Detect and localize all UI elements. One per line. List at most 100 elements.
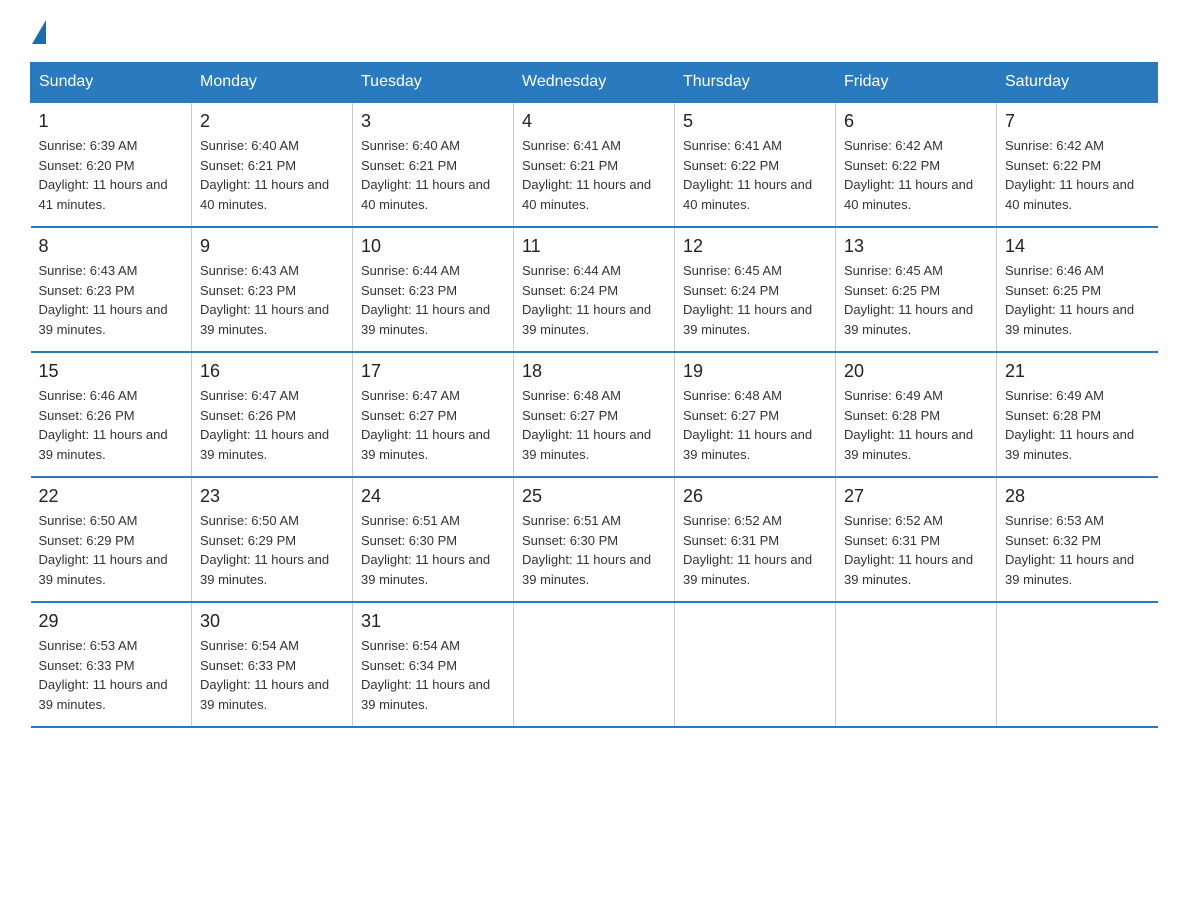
day-info: Sunrise: 6:42 AM Sunset: 6:22 PM Dayligh… xyxy=(1005,136,1150,214)
calendar-body: 1 Sunrise: 6:39 AM Sunset: 6:20 PM Daylig… xyxy=(31,102,1158,727)
day-number: 3 xyxy=(361,111,505,132)
day-info: Sunrise: 6:44 AM Sunset: 6:24 PM Dayligh… xyxy=(522,261,666,339)
day-info: Sunrise: 6:51 AM Sunset: 6:30 PM Dayligh… xyxy=(361,511,505,589)
page-header xyxy=(30,20,1158,42)
table-row: 13 Sunrise: 6:45 AM Sunset: 6:25 PM Dayli… xyxy=(836,227,997,352)
table-row: 6 Sunrise: 6:42 AM Sunset: 6:22 PM Daylig… xyxy=(836,102,997,227)
day-info: Sunrise: 6:49 AM Sunset: 6:28 PM Dayligh… xyxy=(844,386,988,464)
day-info: Sunrise: 6:44 AM Sunset: 6:23 PM Dayligh… xyxy=(361,261,505,339)
day-info: Sunrise: 6:41 AM Sunset: 6:22 PM Dayligh… xyxy=(683,136,827,214)
day-number: 9 xyxy=(200,236,344,257)
table-row: 9 Sunrise: 6:43 AM Sunset: 6:23 PM Daylig… xyxy=(192,227,353,352)
day-info: Sunrise: 6:40 AM Sunset: 6:21 PM Dayligh… xyxy=(200,136,344,214)
table-row: 23 Sunrise: 6:50 AM Sunset: 6:29 PM Dayli… xyxy=(192,477,353,602)
day-info: Sunrise: 6:50 AM Sunset: 6:29 PM Dayligh… xyxy=(39,511,184,589)
day-number: 5 xyxy=(683,111,827,132)
table-row: 15 Sunrise: 6:46 AM Sunset: 6:26 PM Dayli… xyxy=(31,352,192,477)
table-row: 19 Sunrise: 6:48 AM Sunset: 6:27 PM Dayli… xyxy=(675,352,836,477)
day-info: Sunrise: 6:42 AM Sunset: 6:22 PM Dayligh… xyxy=(844,136,988,214)
table-row: 25 Sunrise: 6:51 AM Sunset: 6:30 PM Dayli… xyxy=(514,477,675,602)
header-monday: Monday xyxy=(192,63,353,103)
day-info: Sunrise: 6:46 AM Sunset: 6:25 PM Dayligh… xyxy=(1005,261,1150,339)
table-row: 22 Sunrise: 6:50 AM Sunset: 6:29 PM Dayli… xyxy=(31,477,192,602)
day-number: 14 xyxy=(1005,236,1150,257)
day-number: 29 xyxy=(39,611,184,632)
day-info: Sunrise: 6:45 AM Sunset: 6:25 PM Dayligh… xyxy=(844,261,988,339)
table-row: 5 Sunrise: 6:41 AM Sunset: 6:22 PM Daylig… xyxy=(675,102,836,227)
table-row: 27 Sunrise: 6:52 AM Sunset: 6:31 PM Dayli… xyxy=(836,477,997,602)
calendar-header: SundayMondayTuesdayWednesdayThursdayFrid… xyxy=(31,63,1158,103)
day-info: Sunrise: 6:50 AM Sunset: 6:29 PM Dayligh… xyxy=(200,511,344,589)
day-info: Sunrise: 6:49 AM Sunset: 6:28 PM Dayligh… xyxy=(1005,386,1150,464)
day-number: 20 xyxy=(844,361,988,382)
day-info: Sunrise: 6:43 AM Sunset: 6:23 PM Dayligh… xyxy=(200,261,344,339)
day-number: 27 xyxy=(844,486,988,507)
table-row: 17 Sunrise: 6:47 AM Sunset: 6:27 PM Dayli… xyxy=(353,352,514,477)
day-number: 17 xyxy=(361,361,505,382)
day-number: 8 xyxy=(39,236,184,257)
table-row: 18Sunrise: 6:48 AM Sunset: 6:27 PM Dayli… xyxy=(514,352,675,477)
header-tuesday: Tuesday xyxy=(353,63,514,103)
table-row: 10 Sunrise: 6:44 AM Sunset: 6:23 PM Dayli… xyxy=(353,227,514,352)
day-info: Sunrise: 6:54 AM Sunset: 6:34 PM Dayligh… xyxy=(361,636,505,714)
table-row: 11 Sunrise: 6:44 AM Sunset: 6:24 PM Dayli… xyxy=(514,227,675,352)
day-number: 23 xyxy=(200,486,344,507)
table-row: 30 Sunrise: 6:54 AM Sunset: 6:33 PM Dayli… xyxy=(192,602,353,727)
day-info: Sunrise: 6:51 AM Sunset: 6:30 PM Dayligh… xyxy=(522,511,666,589)
day-info: Sunrise: 6:48 AM Sunset: 6:27 PM Dayligh… xyxy=(522,386,666,464)
table-row: 31Sunrise: 6:54 AM Sunset: 6:34 PM Dayli… xyxy=(353,602,514,727)
header-saturday: Saturday xyxy=(997,63,1158,103)
table-row: 16 Sunrise: 6:47 AM Sunset: 6:26 PM Dayli… xyxy=(192,352,353,477)
week-row-5: 29 Sunrise: 6:53 AM Sunset: 6:33 PM Dayli… xyxy=(31,602,1158,727)
table-row xyxy=(514,602,675,727)
table-row xyxy=(997,602,1158,727)
week-row-1: 1 Sunrise: 6:39 AM Sunset: 6:20 PM Daylig… xyxy=(31,102,1158,227)
day-info: Sunrise: 6:39 AM Sunset: 6:20 PM Dayligh… xyxy=(39,136,184,214)
day-info: Sunrise: 6:52 AM Sunset: 6:31 PM Dayligh… xyxy=(683,511,827,589)
day-number: 19 xyxy=(683,361,827,382)
day-info: Sunrise: 6:41 AM Sunset: 6:21 PM Dayligh… xyxy=(522,136,666,214)
day-number: 30 xyxy=(200,611,344,632)
calendar-table: SundayMondayTuesdayWednesdayThursdayFrid… xyxy=(30,62,1158,728)
day-info: Sunrise: 6:53 AM Sunset: 6:33 PM Dayligh… xyxy=(39,636,184,714)
header-thursday: Thursday xyxy=(675,63,836,103)
day-info: Sunrise: 6:46 AM Sunset: 6:26 PM Dayligh… xyxy=(39,386,184,464)
table-row: 29 Sunrise: 6:53 AM Sunset: 6:33 PM Dayli… xyxy=(31,602,192,727)
day-info: Sunrise: 6:48 AM Sunset: 6:27 PM Dayligh… xyxy=(683,386,827,464)
week-row-3: 15 Sunrise: 6:46 AM Sunset: 6:26 PM Dayli… xyxy=(31,352,1158,477)
day-number: 15 xyxy=(39,361,184,382)
day-info: Sunrise: 6:52 AM Sunset: 6:31 PM Dayligh… xyxy=(844,511,988,589)
day-number: 26 xyxy=(683,486,827,507)
day-info: Sunrise: 6:47 AM Sunset: 6:26 PM Dayligh… xyxy=(200,386,344,464)
day-number: 25 xyxy=(522,486,666,507)
day-info: Sunrise: 6:54 AM Sunset: 6:33 PM Dayligh… xyxy=(200,636,344,714)
day-info: Sunrise: 6:47 AM Sunset: 6:27 PM Dayligh… xyxy=(361,386,505,464)
table-row: 20 Sunrise: 6:49 AM Sunset: 6:28 PM Dayli… xyxy=(836,352,997,477)
day-number: 10 xyxy=(361,236,505,257)
table-row: 28Sunrise: 6:53 AM Sunset: 6:32 PM Dayli… xyxy=(997,477,1158,602)
day-number: 7 xyxy=(1005,111,1150,132)
day-number: 1 xyxy=(39,111,184,132)
table-row: 2 Sunrise: 6:40 AM Sunset: 6:21 PM Daylig… xyxy=(192,102,353,227)
week-row-2: 8 Sunrise: 6:43 AM Sunset: 6:23 PM Daylig… xyxy=(31,227,1158,352)
day-number: 6 xyxy=(844,111,988,132)
table-row: 4 Sunrise: 6:41 AM Sunset: 6:21 PM Daylig… xyxy=(514,102,675,227)
day-number: 2 xyxy=(200,111,344,132)
day-number: 22 xyxy=(39,486,184,507)
day-number: 12 xyxy=(683,236,827,257)
logo xyxy=(30,20,46,42)
table-row xyxy=(675,602,836,727)
table-row: 12Sunrise: 6:45 AM Sunset: 6:24 PM Dayli… xyxy=(675,227,836,352)
table-row: 8Sunrise: 6:43 AM Sunset: 6:23 PM Daylig… xyxy=(31,227,192,352)
day-number: 11 xyxy=(522,236,666,257)
day-number: 4 xyxy=(522,111,666,132)
day-number: 13 xyxy=(844,236,988,257)
logo-triangle-icon xyxy=(32,20,46,44)
week-row-4: 22 Sunrise: 6:50 AM Sunset: 6:29 PM Dayli… xyxy=(31,477,1158,602)
day-number: 16 xyxy=(200,361,344,382)
header-wednesday: Wednesday xyxy=(514,63,675,103)
day-info: Sunrise: 6:40 AM Sunset: 6:21 PM Dayligh… xyxy=(361,136,505,214)
day-number: 28 xyxy=(1005,486,1150,507)
table-row: 7 Sunrise: 6:42 AM Sunset: 6:22 PM Daylig… xyxy=(997,102,1158,227)
day-number: 24 xyxy=(361,486,505,507)
